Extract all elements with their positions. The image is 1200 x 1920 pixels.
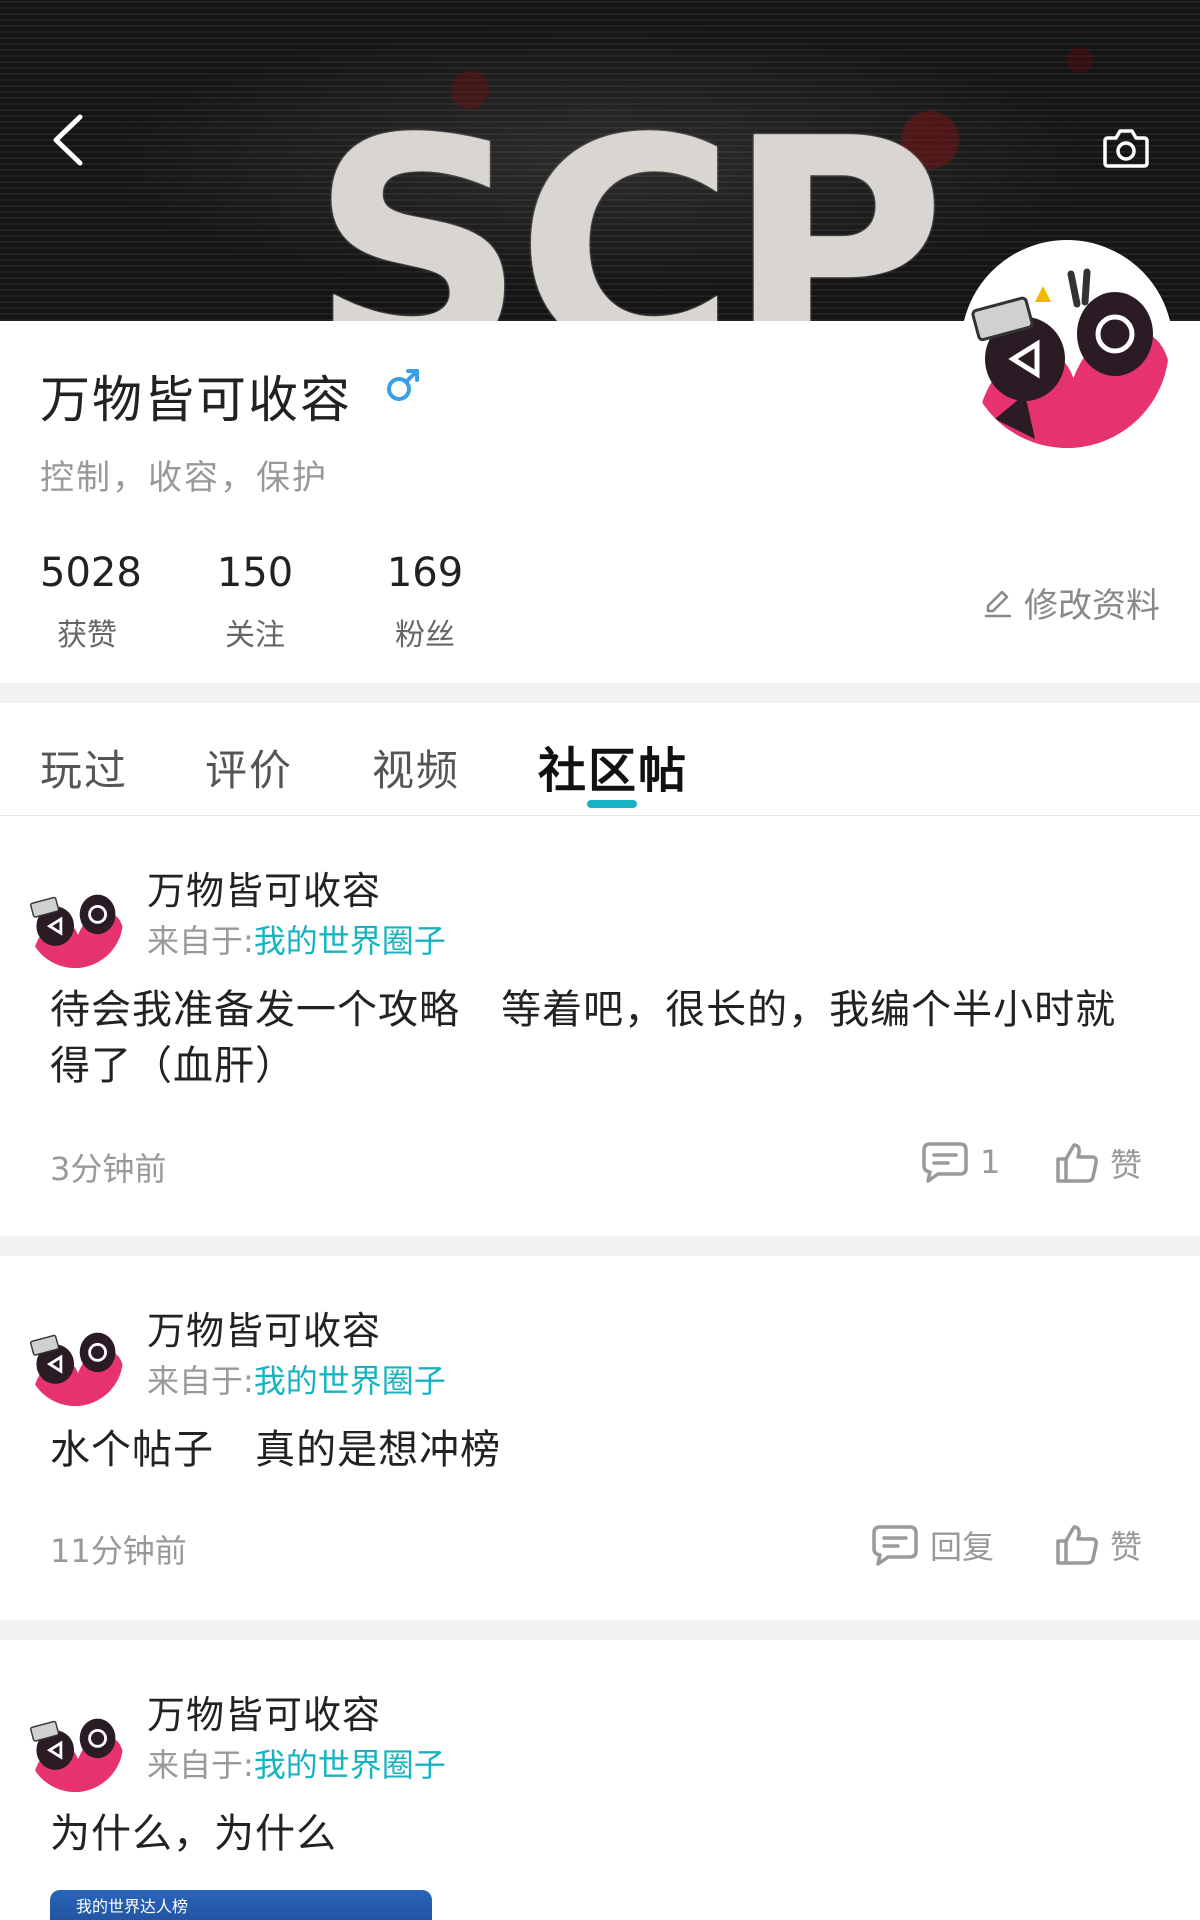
edit-profile-button[interactable]: 修改资料 (982, 578, 1160, 627)
attachment-caption: 我的世界达人榜 (76, 1897, 189, 1916)
stat-likes-label: 获赞 (57, 618, 117, 653)
stat-followers-label: 粉丝 (395, 618, 455, 653)
post-source: 来自于:我的世界圈子 (147, 916, 446, 962)
like-label: 赞 (1110, 1528, 1143, 1566)
post-author-avatar[interactable] (27, 872, 123, 968)
stat-likes[interactable]: 5028 获赞 (40, 550, 142, 654)
stat-likes-value: 5028 (40, 550, 142, 596)
post-source: 来自于:我的世界圈子 (147, 1740, 446, 1786)
like-button[interactable]: 赞 (1054, 1522, 1142, 1568)
tab-community-posts[interactable]: 社区帖 (538, 731, 688, 801)
stat-followers-value: 169 (386, 550, 464, 596)
post-author-avatar[interactable] (27, 1310, 123, 1406)
comment-count: 1 (980, 1143, 1001, 1181)
post-source-link[interactable]: 我的世界圈子 (254, 1746, 446, 1784)
avatar-image (27, 1696, 123, 1792)
stat-followers[interactable]: 169 粉丝 (385, 550, 465, 654)
post-author-name[interactable]: 万物皆可收容 (147, 1684, 381, 1739)
post-body: 待会我准备发一个攻略 等着吧，很长的，我编个半小时就得了（血肝） (50, 987, 1117, 1089)
camera-icon (1103, 129, 1149, 168)
chevron-left-icon (53, 114, 83, 166)
banner-logo-text: SCP (310, 75, 946, 322)
post-time: 11分钟前 (50, 1532, 187, 1570)
post-source-prefix: 来自于: (147, 1362, 254, 1400)
post-source-link[interactable]: 我的世界圈子 (254, 922, 446, 960)
post-card[interactable]: 万物皆可收容 来自于:我的世界圈子 为什么，为什么 (0, 1640, 1200, 1920)
active-tab-indicator (587, 800, 637, 808)
post-author-name[interactable]: 万物皆可收容 (147, 860, 381, 915)
comment-icon (872, 1525, 918, 1566)
comment-button[interactable]: 1 (920, 1140, 1000, 1184)
post-divider (0, 1620, 1200, 1640)
avatar-image (27, 872, 123, 968)
stat-following[interactable]: 150 关注 (215, 550, 295, 654)
pencil-icon (984, 590, 1012, 617)
post-author-avatar[interactable] (27, 1696, 123, 1792)
profile-avatar[interactable] (961, 240, 1173, 452)
profile-bio: 控制，收容，保护 (40, 458, 328, 498)
profile-name: 万物皆可收容 (40, 371, 352, 429)
post-attachment-image[interactable]: 我的世界达人榜 (50, 1890, 432, 1920)
tab-bar: 玩过 评价 视频 社区帖 (0, 703, 1200, 816)
comment-icon (922, 1142, 968, 1183)
tab-reviews[interactable]: 评价 (205, 737, 293, 798)
section-divider (0, 683, 1200, 703)
tab-videos[interactable]: 视频 (372, 737, 460, 798)
change-cover-button[interactable] (1102, 126, 1150, 170)
like-button[interactable]: 赞 (1054, 1140, 1142, 1186)
post-source-prefix: 来自于: (147, 1746, 254, 1784)
thumbs-up-icon (1056, 1525, 1098, 1565)
avatar-image (965, 244, 1169, 448)
like-label: 赞 (1110, 1146, 1143, 1184)
post-divider (0, 1236, 1200, 1256)
thumbs-up-icon (1056, 1143, 1098, 1183)
post-time: 3分钟前 (50, 1150, 167, 1188)
post-body: 为什么，为什么 (50, 1811, 337, 1857)
reply-label: 回复 (930, 1528, 995, 1566)
avatar-image (27, 1310, 123, 1406)
profile-page: SCP 万物皆可收容 控制，收容，保护 5028 获赞 150 关注 169 粉… (0, 0, 1200, 1920)
post-card[interactable]: 万物皆可收容 来自于:我的世界圈子 水个帖子 真的是想冲榜 11分钟前 回复 赞 (0, 1256, 1200, 1620)
back-button[interactable] (40, 105, 96, 175)
stat-following-value: 150 (216, 550, 294, 596)
post-author-name[interactable]: 万物皆可收容 (147, 1300, 381, 1355)
stat-following-label: 关注 (225, 618, 285, 653)
post-source: 来自于:我的世界圈子 (147, 1356, 446, 1402)
reply-button[interactable]: 回复 (870, 1522, 994, 1568)
tab-played[interactable]: 玩过 (40, 737, 128, 798)
post-card[interactable]: 万物皆可收容 来自于:我的世界圈子 待会我准备发一个攻略 等着吧，很长的，我编个… (0, 816, 1200, 1236)
male-gender-icon (387, 369, 419, 401)
post-body: 水个帖子 真的是想冲榜 (50, 1427, 502, 1473)
post-source-prefix: 来自于: (147, 922, 254, 960)
post-source-link[interactable]: 我的世界圈子 (254, 1362, 446, 1400)
edit-profile-label: 修改资料 (1024, 586, 1160, 626)
